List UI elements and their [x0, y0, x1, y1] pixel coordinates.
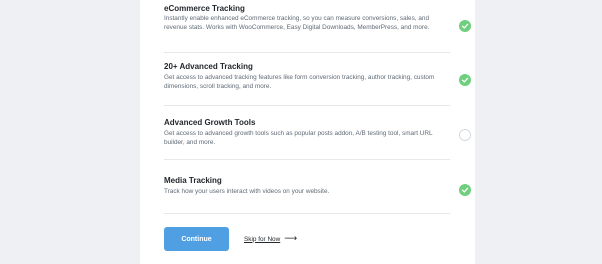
feature-description: Instantly enable enhanced eCommerce trac…	[164, 15, 430, 32]
feature-description: Track how your users interact with video…	[164, 188, 330, 195]
feature-toggle-advanced-tracking[interactable]	[459, 74, 471, 86]
feature-description: Get access to advanced growth tools such…	[164, 130, 433, 147]
feature-advanced-tracking: 20+ Advanced Tracking Get access to adva…	[164, 52, 471, 106]
feature-title: eCommerce Tracking	[164, 4, 245, 13]
feature-toggle-media-tracking[interactable]	[459, 184, 471, 196]
skip-for-now-link[interactable]: Skip for Now ⟶	[244, 234, 298, 244]
skip-link-label: Skip for Now	[244, 235, 281, 243]
onboarding-card: eCommerce Tracking Instantly enable enha…	[140, 0, 475, 264]
feature-description: Get access to advanced tracking features…	[164, 74, 435, 91]
feature-toggle-ecommerce[interactable]	[459, 20, 471, 32]
feature-title: Advanced Growth Tools	[164, 118, 256, 127]
feature-advanced-growth-tools: Advanced Growth Tools Get access to adva…	[164, 105, 471, 160]
checkmark-icon	[461, 77, 469, 83]
feature-media-tracking: Media Tracking Track how your users inte…	[164, 159, 471, 214]
checkmark-icon	[461, 23, 469, 29]
feature-ecommerce-tracking: eCommerce Tracking Instantly enable enha…	[164, 0, 471, 53]
feature-title: Media Tracking	[164, 176, 222, 185]
continue-button[interactable]: Continue	[164, 227, 229, 251]
arrow-right-icon: ⟶	[284, 234, 298, 244]
feature-title: 20+ Advanced Tracking	[164, 62, 253, 71]
checkmark-icon	[461, 187, 469, 193]
feature-toggle-growth-tools[interactable]	[459, 129, 471, 141]
